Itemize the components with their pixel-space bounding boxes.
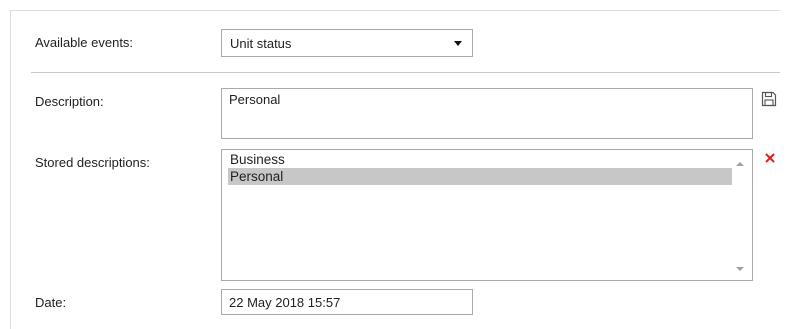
delete-icon[interactable] (764, 152, 776, 164)
description-field[interactable]: Personal (221, 88, 753, 139)
stored-descriptions-label: Stored descriptions: (35, 155, 150, 170)
stored-descriptions-list[interactable]: Business Personal (221, 149, 753, 281)
list-item[interactable]: Business (228, 151, 285, 168)
dropdown-arrow-icon (454, 41, 462, 46)
available-events-label: Available events: (35, 35, 134, 50)
date-label: Date: (35, 295, 67, 310)
scroll-up-icon[interactable] (736, 162, 744, 166)
list-item-selected[interactable]: Personal (228, 168, 732, 185)
save-icon[interactable] (761, 91, 777, 107)
available-events-value: Unit status (230, 36, 292, 51)
date-field[interactable]: 22 May 2018 15:57 (221, 289, 473, 315)
description-label: Description: (35, 94, 104, 109)
section-divider (31, 72, 780, 73)
scroll-down-icon[interactable] (736, 267, 744, 271)
available-events-select[interactable]: Unit status (221, 29, 473, 57)
